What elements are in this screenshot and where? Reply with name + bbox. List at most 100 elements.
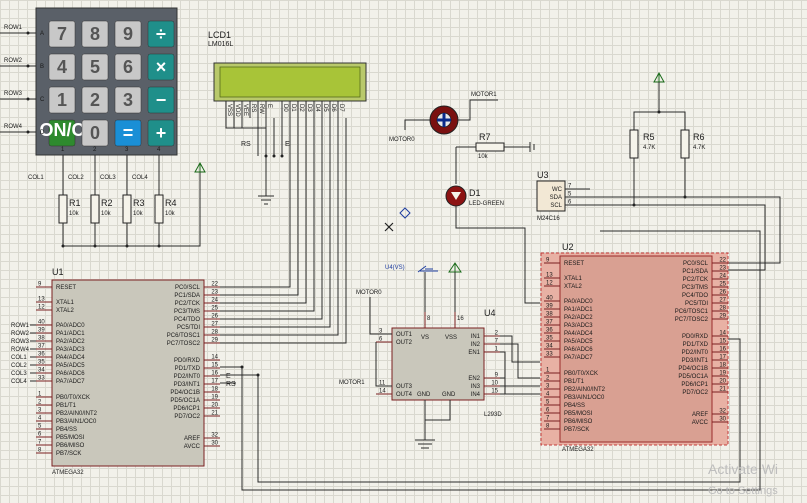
u1-pin-name: PB0/T0/XCK	[56, 395, 90, 401]
u1-pin-number: 12	[38, 305, 45, 311]
keypad-row-label: ROW1	[4, 25, 23, 31]
ground-icon	[415, 439, 435, 449]
u1-pin-name: PA2/ADC2	[56, 339, 85, 345]
keypad-key[interactable]: 5	[81, 53, 109, 81]
lcd-pin-label: D5	[322, 104, 328, 112]
u1-pin-number: 14	[211, 355, 218, 361]
u1-pin-name: PB2/AIN0/INT2	[56, 411, 98, 417]
wire-pc7-d7	[220, 118, 347, 344]
keypad-key[interactable]: 7	[48, 20, 76, 48]
junction-dot	[272, 154, 276, 158]
lcd-pin-label: D2	[298, 104, 304, 112]
keypad-key[interactable]: 0	[81, 119, 109, 147]
keypad[interactable]: 7 8 9 ÷ 4 5 6 × 1 2 3 − ON/C 0 = + ROW1 A ROW2 B ROW3 C ROW4 D…	[0, 7, 178, 195]
u2-pin-name: PB6/MISO	[564, 419, 593, 425]
u1-pin-name: PC5/TDI	[177, 325, 200, 331]
u2-pin-number: 21	[719, 387, 726, 393]
keypad-key[interactable]: 8	[81, 20, 109, 48]
u2-pin-number: 37	[546, 320, 553, 326]
keypad-key[interactable]: 4	[48, 53, 76, 81]
u1-pin-name: PA5/ADC5	[56, 363, 85, 369]
col-resistor[interactable]: R1 10k COL1	[28, 175, 81, 248]
keypad-key[interactable]: ×	[147, 53, 175, 81]
keypad-key[interactable]: −	[147, 86, 175, 114]
u1-pin-number: 25	[211, 306, 218, 312]
u1-pin-name: PD1/TXD	[175, 366, 201, 372]
u1-pin-name: XTAL1	[56, 300, 75, 306]
lcd-module[interactable]: LCD1 LM016L VSS VDD VEE RS RW E D0 D1 D2 D3 D4 D5 D6…	[208, 30, 367, 205]
u2-pin-number: 35	[546, 336, 553, 342]
u4-pin-name: EN2	[468, 376, 480, 382]
r5-value: 4.7K	[643, 145, 655, 151]
ground-icon	[258, 195, 274, 205]
u4-pin-name: IN2	[471, 342, 481, 348]
u2-pin-number: 22	[719, 258, 726, 264]
resistor-value: 10k	[133, 211, 144, 217]
schematic-canvas[interactable]: 7 8 9 ÷4 5 6 ×1 2 3 −ON/C 0 = + ROW1AROW2BROW3CROW4D…	[0, 0, 807, 503]
r5-ref: R5	[643, 132, 655, 142]
keypad-key[interactable]: ÷	[147, 20, 175, 48]
u3-eeprom[interactable]: U3 7WC5SDA6SCL M24C16	[536, 170, 575, 222]
u2-pin-number: 24	[719, 274, 726, 280]
u4-pin-name: GND	[417, 392, 431, 398]
u2-pin-name: PC5/TDI	[685, 301, 708, 307]
u2-pin-number: 15	[719, 339, 726, 345]
u1-pin-number: 21	[211, 411, 218, 417]
r5-body	[629, 129, 639, 159]
u1-pin-number: 38	[38, 336, 45, 342]
key-label: 2	[90, 90, 100, 110]
keypad-key[interactable]: 9	[114, 20, 142, 48]
u2-pin-number: 28	[719, 306, 726, 312]
lcd-pin-label: D3	[306, 104, 312, 112]
u1-pin-number: 40	[38, 320, 45, 326]
wire-pc2-d2	[220, 118, 307, 304]
r6-ref: R6	[693, 132, 705, 142]
u1-atmega32[interactable]: U1 ATMEGA32 9RESET13XTAL112XTAL240PA0/AD…	[11, 267, 236, 476]
u1-pin-number: 18	[211, 387, 218, 393]
u1-pin-name: PC7/TOSC2	[167, 341, 201, 347]
u2-pin-name: PC4/TDO	[682, 293, 708, 299]
u2-pin-name: PB4/SS	[564, 403, 585, 409]
pullup-resistors[interactable]: R5 4.7K R6 4.7K	[575, 71, 781, 271]
u4-pin-number: 10	[491, 381, 498, 387]
u1-pin-number: 32	[211, 433, 218, 439]
u2-pin-number: 20	[719, 379, 726, 385]
key-label: 3	[123, 90, 133, 110]
u4-pin-name: VSS	[445, 335, 457, 341]
u1-pin-name: AREF	[184, 436, 200, 442]
u1-pin-name: PC0/SCL	[175, 285, 201, 291]
keypad-key[interactable]: 1	[48, 86, 76, 114]
u1-net-label: COL2	[11, 363, 27, 369]
resistor-value: 10k	[165, 211, 176, 217]
keypad-key[interactable]: =	[114, 119, 142, 147]
lcd-vss-wire	[225, 118, 267, 196]
u1-pin-number: 36	[38, 352, 45, 358]
key-label: ON/C	[40, 120, 85, 140]
u4-motor0-net: MOTOR0	[356, 290, 382, 296]
wire-out2-out3	[375, 342, 392, 387]
keypad-key[interactable]: 2	[81, 86, 109, 114]
keypad-key[interactable]: 3	[114, 86, 142, 114]
r7-resistor[interactable]: R7 10k	[456, 132, 535, 160]
u4-l293d[interactable]: U4 L293D 3OUT16OUT211OUT314OUT42IN17IN21…	[339, 262, 502, 449]
u1-pin-name: PB7/SCK	[56, 451, 81, 457]
u2-pin-number: 40	[546, 296, 553, 302]
key-label: 1	[57, 90, 67, 110]
key-label: 6	[123, 57, 133, 77]
u2-pin-number: 16	[719, 347, 726, 353]
u2-atmega32[interactable]: U2 ATMEGA32 9RESET13XTAL112XTAL240PA0/AD…	[540, 242, 729, 453]
col-resistor-bank[interactable]: R1 10k COL1 R2 10k COL2 R3 10k COL3 R4 10k COL4	[28, 161, 206, 248]
keypad-row-letter: C	[40, 97, 45, 103]
d1-wire-bottom	[455, 206, 540, 304]
u4-part: L293D	[484, 412, 502, 418]
u2-pin-name: PB1/T1	[564, 379, 585, 385]
d1-led[interactable]: D1 LED-GREEN	[445, 147, 540, 304]
lcd-pin-label: D0	[282, 104, 288, 112]
u2-pin-number: 30	[719, 417, 726, 423]
u1-pin-name: PB6/MISO	[56, 443, 85, 449]
keypad-key[interactable]: 6	[114, 53, 142, 81]
keypad-key[interactable]: +	[147, 119, 175, 147]
u2-ref: U2	[562, 242, 574, 252]
u1-net-label: COL3	[11, 371, 27, 377]
r6-body	[680, 129, 690, 159]
